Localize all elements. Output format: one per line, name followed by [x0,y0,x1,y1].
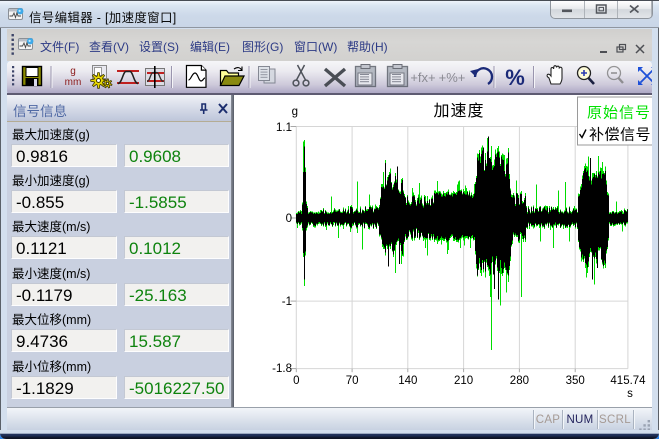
svg-text:0: 0 [286,213,292,225]
svg-text:140: 140 [398,375,417,387]
svg-text:%: % [505,65,525,90]
svg-text:s: s [627,388,633,400]
svg-text:210: 210 [454,375,473,387]
svg-text:mm: mm [65,77,82,88]
svg-text:350: 350 [566,375,585,387]
svg-text:-1.8: -1.8 [272,363,292,375]
svg-text:g: g [70,66,76,77]
svg-text:1.1: 1.1 [276,122,292,134]
svg-text:-1: -1 [282,296,292,308]
svg-text:415.74: 415.74 [610,375,646,387]
svg-text:+fx+: +fx+ [410,70,435,85]
svg-text:加速度: 加速度 [433,97,484,121]
svg-text:g: g [292,106,298,118]
svg-text:+%+: +%+ [439,70,466,85]
svg-text:0: 0 [293,375,299,387]
svg-text:补偿信号: 补偿信号 [589,124,651,145]
svg-text:原始信号: 原始信号 [587,102,651,123]
svg-text:70: 70 [346,375,359,387]
svg-text:280: 280 [510,375,529,387]
